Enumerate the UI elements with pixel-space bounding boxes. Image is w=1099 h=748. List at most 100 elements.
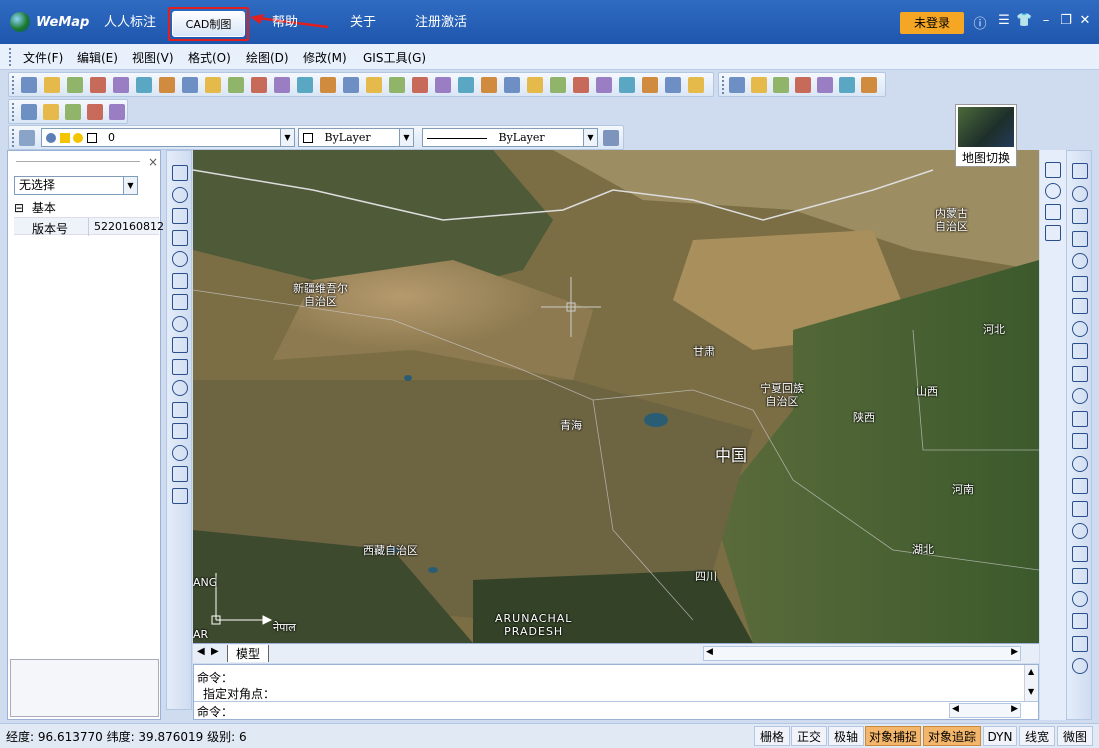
polygon-icon[interactable] [172, 208, 188, 224]
info-icon[interactable]: ⓘ [972, 13, 988, 32]
ellipse-icon[interactable] [172, 315, 188, 332]
menu-edit[interactable]: 编辑(E) [77, 49, 118, 66]
toggle-dyn[interactable]: DYN [983, 726, 1017, 746]
inspect-icon[interactable] [861, 77, 877, 93]
command-prompt[interactable]: 命令： [197, 703, 233, 720]
zoom-window-icon[interactable] [136, 77, 152, 93]
scroll-left-icon[interactable]: ◀ [706, 647, 713, 657]
send-back-icon[interactable] [1045, 183, 1061, 199]
dim-diameter-icon[interactable] [1072, 613, 1088, 629]
menu-view[interactable]: 视图(V) [132, 49, 174, 66]
chevron-down-icon[interactable]: ▼ [583, 129, 597, 146]
toolbar-grip[interactable] [12, 103, 15, 121]
toggle-osnap[interactable]: 对象捕捉 [865, 726, 921, 746]
search-icon[interactable] [343, 77, 359, 93]
arc-icon[interactable] [172, 251, 188, 267]
query-icon[interactable] [297, 77, 313, 93]
toggle-lineweight[interactable]: 线宽 [1019, 726, 1055, 746]
map-canvas[interactable]: 新疆维吾尔 自治区 内蒙古 自治区 甘肃 宁夏回族 自治区 山西 河北 陕西 青海 中… [193, 150, 1039, 643]
lineweight-icon[interactable] [603, 130, 619, 146]
offset-icon[interactable] [1072, 343, 1088, 359]
color-select[interactable]: ByLayer ▼ [298, 128, 414, 147]
menu-icon[interactable]: ☰ [996, 13, 1012, 28]
horizontal-scrollbar[interactable]: ◀ ▶ [703, 646, 1021, 661]
crop-icon[interactable] [504, 77, 520, 93]
chevron-down-icon[interactable]: ▼ [280, 129, 294, 146]
shape-icon[interactable] [751, 77, 767, 93]
scale-icon[interactable] [1072, 253, 1088, 269]
menu-file[interactable]: 文件(F) [23, 49, 63, 66]
move-icon[interactable] [366, 77, 382, 93]
toolbar-grip[interactable] [12, 129, 15, 147]
spline-icon[interactable] [172, 294, 188, 310]
maximize-icon[interactable]: ❐ [1058, 13, 1074, 28]
chamfer-icon[interactable] [1072, 388, 1088, 404]
map-switch-button[interactable]: 地图切换 [955, 104, 1017, 167]
magic-icon[interactable] [527, 77, 543, 93]
tab-help[interactable]: 帮助 [265, 10, 305, 36]
ellipse-arc-icon[interactable] [172, 337, 188, 353]
nav-next-icon[interactable]: ▶ [211, 646, 219, 657]
toolbar-grip[interactable] [9, 48, 12, 66]
save-icon[interactable] [90, 77, 106, 93]
text-icon[interactable] [172, 423, 188, 439]
vertical-scrollbar[interactable]: ▲ ▼ [1024, 665, 1038, 701]
brush-icon[interactable] [412, 77, 428, 93]
layer-manager-icon[interactable] [19, 130, 35, 146]
print-icon[interactable] [596, 77, 612, 93]
menu-format[interactable]: 格式(O) [188, 49, 231, 66]
scroll-right-icon[interactable]: ▶ [1011, 647, 1018, 657]
break-icon[interactable] [1072, 500, 1088, 517]
scroll-up-icon[interactable]: ▲ [1028, 667, 1034, 676]
image-icon[interactable] [688, 77, 704, 93]
menu-modify[interactable]: 修改(M) [303, 49, 347, 66]
export-icon[interactable] [481, 77, 497, 93]
close-icon[interactable]: × [148, 155, 158, 169]
nav-first-icon[interactable]: ◀ [197, 646, 205, 657]
menu-draw[interactable]: 绘图(D) [246, 49, 289, 66]
menu-gis-tools[interactable]: GIS工具(G) [363, 49, 426, 66]
block-make-icon[interactable] [172, 401, 188, 418]
chevron-down-icon[interactable]: ▼ [123, 177, 137, 194]
locate-icon[interactable] [320, 77, 336, 93]
join-icon[interactable] [1072, 523, 1088, 539]
undo-icon[interactable] [550, 77, 566, 93]
toolbar-grip[interactable] [12, 76, 15, 94]
zoom-in-icon[interactable] [159, 77, 175, 93]
measure-icon[interactable] [205, 77, 221, 93]
move-icon[interactable] [1072, 208, 1088, 224]
toolbar-grip[interactable] [722, 76, 725, 94]
stretch-icon[interactable] [1072, 275, 1088, 292]
selection-select[interactable]: 无选择 ▼ [14, 176, 138, 195]
cloud-icon[interactable] [773, 77, 789, 93]
minimize-icon[interactable]: – [1038, 13, 1054, 28]
layer-select[interactable]: 0 ▼ [41, 128, 295, 147]
skin-icon[interactable]: 👕 [1016, 13, 1032, 28]
dim-angle-icon[interactable] [1072, 635, 1088, 652]
close-icon[interactable]: ✕ [1077, 13, 1093, 28]
bring-front-icon[interactable] [1045, 162, 1061, 178]
redo-icon[interactable] [573, 77, 589, 93]
explode-icon[interactable] [1072, 455, 1088, 472]
film-a-icon[interactable] [65, 104, 81, 120]
film-c-icon[interactable] [109, 104, 125, 120]
mirror-icon[interactable] [1072, 320, 1088, 337]
palette-icon[interactable] [619, 77, 635, 93]
zoom-out-icon[interactable] [251, 77, 267, 93]
bubble-icon[interactable] [795, 77, 811, 93]
pencil-icon[interactable] [389, 77, 405, 93]
arrange-a-icon[interactable] [1045, 204, 1061, 220]
pen-icon[interactable] [839, 77, 855, 93]
dim-linear-icon[interactable] [1072, 545, 1088, 562]
line-icon[interactable] [172, 165, 188, 181]
scroll-left-icon[interactable]: ◀ [952, 704, 959, 714]
open-icon[interactable] [44, 77, 60, 93]
dim-ordinate-icon[interactable] [1072, 658, 1088, 674]
property-group[interactable]: ⊟ 基本 [14, 199, 56, 216]
arrange-b-icon[interactable] [1045, 225, 1061, 241]
zoom-realtime-icon[interactable] [182, 77, 198, 93]
tab-model[interactable]: 模型 [227, 645, 270, 662]
chevron-down-icon[interactable]: ▼ [399, 129, 413, 146]
dim-aligned-icon[interactable] [1072, 568, 1088, 584]
new-icon[interactable] [21, 77, 37, 93]
